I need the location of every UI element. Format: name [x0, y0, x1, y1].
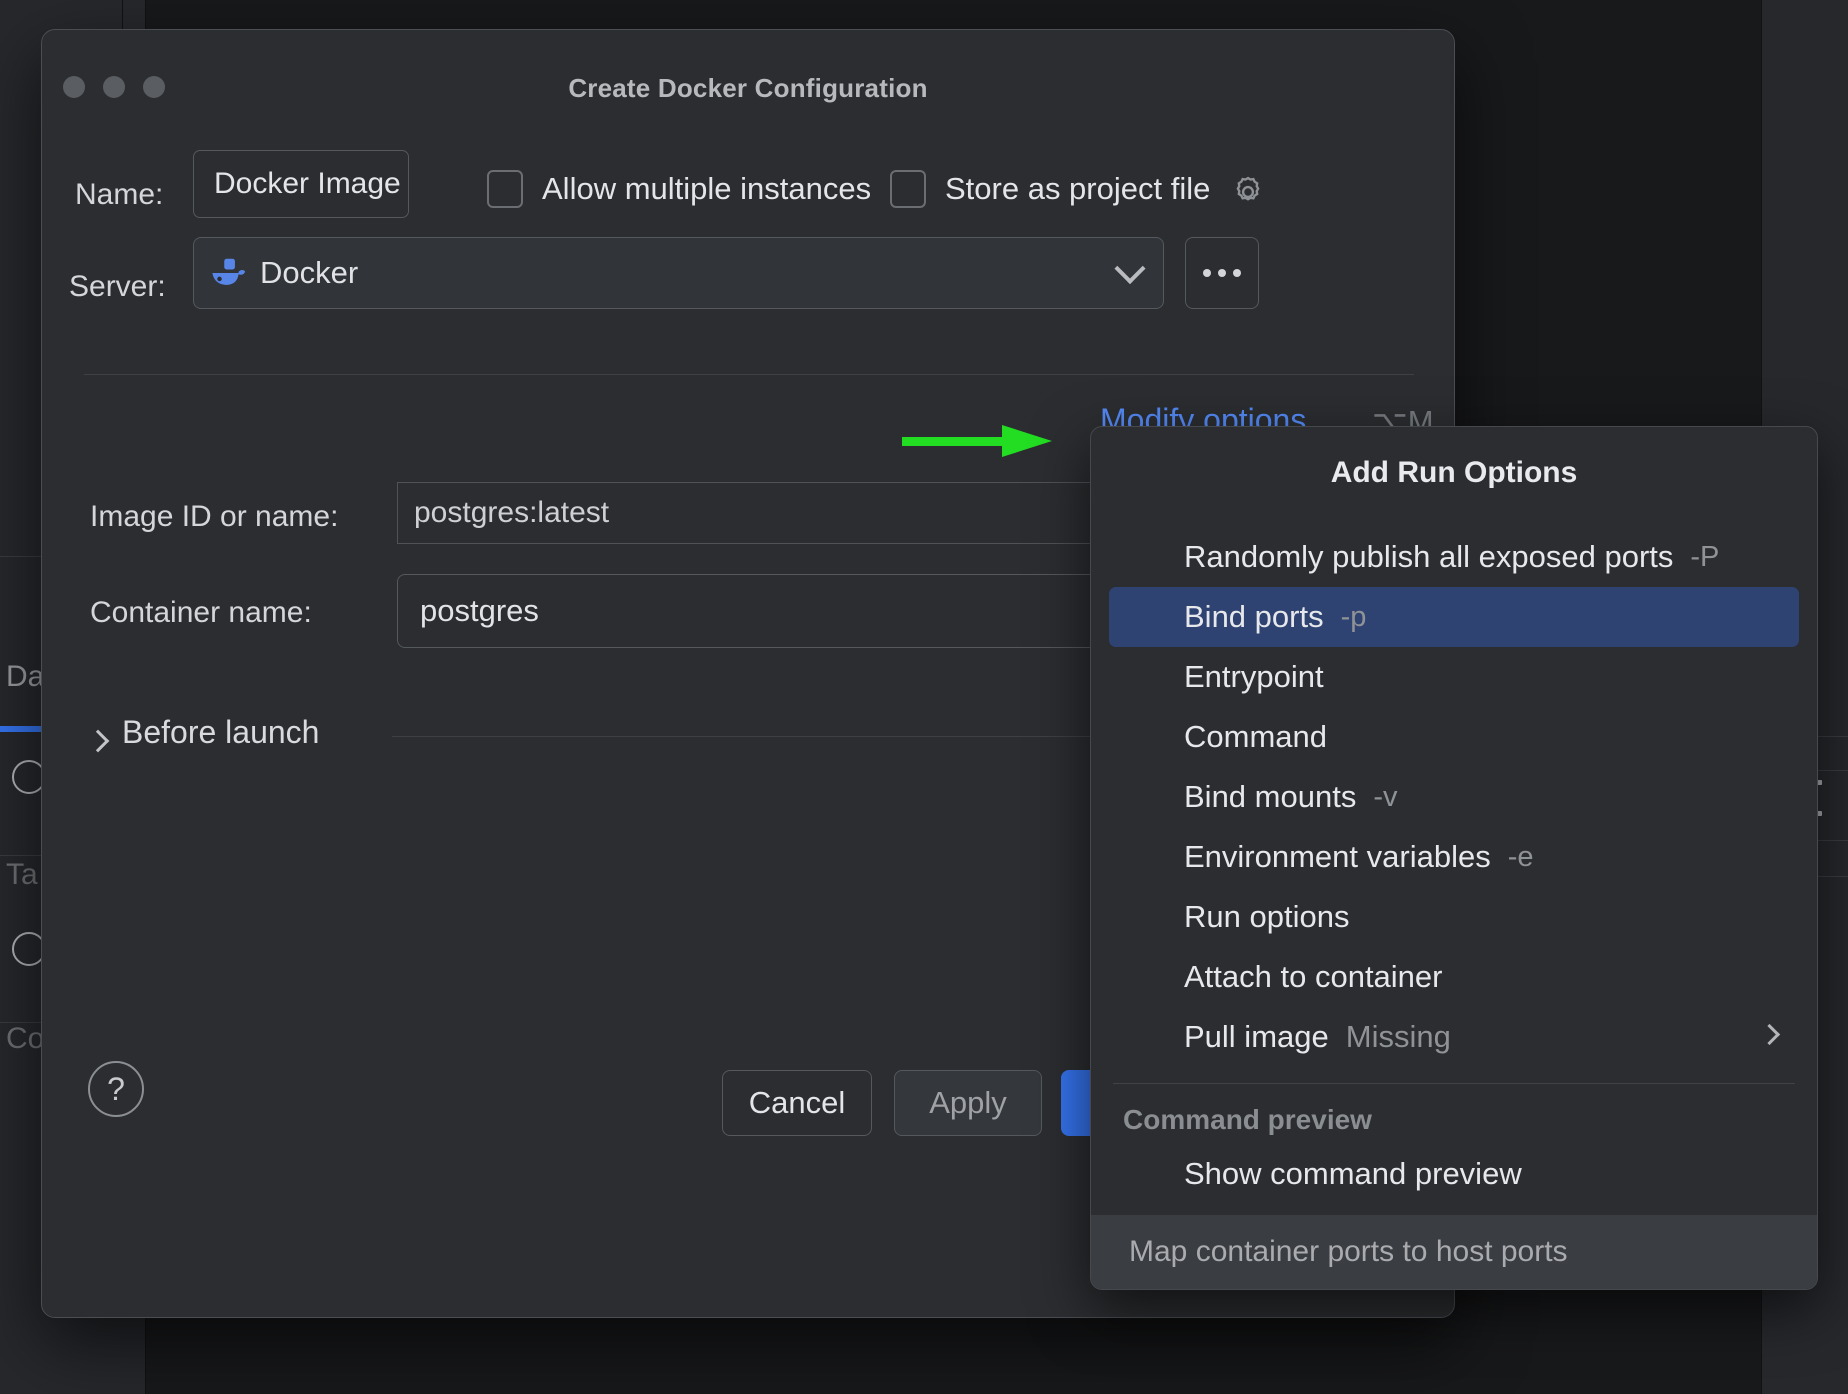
allow-multiple-instances-label: Allow multiple instances [542, 171, 871, 207]
docker-whale-icon [210, 256, 248, 290]
menu-item[interactable]: Entrypoint [1109, 647, 1799, 707]
before-launch-label: Before launch [122, 714, 319, 751]
menu-item-flag: -P [1690, 541, 1719, 574]
menu-item-label: Entrypoint [1184, 659, 1324, 695]
menu-item-flag: -e [1508, 841, 1534, 874]
name-input[interactable]: Docker Image [193, 150, 409, 218]
menu-item-label: Run options [1184, 899, 1349, 935]
server-more-button[interactable] [1185, 237, 1259, 309]
background-vertical-divider-top [122, 0, 123, 30]
menu-group-label: Command preview [1091, 1084, 1817, 1144]
apply-button[interactable]: Apply [894, 1070, 1042, 1136]
menu-item[interactable]: Randomly publish all exposed ports -P [1109, 527, 1799, 587]
server-dropdown[interactable]: Docker [193, 237, 1164, 309]
menu-item-label: Randomly publish all exposed ports [1184, 539, 1673, 575]
server-value: Docker [260, 255, 358, 291]
green-arrow-annotation [902, 424, 1052, 458]
dot-3 [1233, 269, 1241, 277]
store-as-project-file-label: Store as project file [945, 171, 1210, 207]
background-label-2: Co [6, 1022, 44, 1056]
menu-item-flag: -v [1373, 781, 1397, 814]
chevron-right-icon[interactable] [87, 730, 110, 753]
menu-item[interactable]: Command [1109, 707, 1799, 767]
menu-item[interactable]: Run options [1109, 887, 1799, 947]
server-row: Server: Docker [42, 252, 1454, 328]
screen: Da Ta Co Create Docker Configuration [0, 0, 1848, 1394]
store-as-project-file-checkbox-row[interactable]: Store as project file [890, 170, 1267, 208]
menu-item[interactable]: Show command preview [1109, 1144, 1799, 1204]
image-label: Image ID or name: [90, 500, 338, 534]
menu-item-label: Environment variables [1184, 839, 1491, 875]
menu-item-label: Command [1184, 719, 1327, 755]
name-row: Name: Docker Image Allow multiple instan… [42, 160, 1454, 230]
name-label: Name: [75, 178, 163, 212]
store-as-project-file-checkbox[interactable] [890, 170, 926, 208]
dot-1 [1203, 269, 1211, 277]
menu-item[interactable]: Bind ports -p [1109, 587, 1799, 647]
menu-item-label: Attach to container [1184, 959, 1443, 995]
cancel-button[interactable]: Cancel [722, 1070, 872, 1136]
menu-footer-hint: Map container ports to host ports [1091, 1215, 1817, 1289]
menu-item-label: Bind ports [1184, 599, 1324, 635]
dot-2 [1218, 269, 1226, 277]
allow-multiple-instances-checkbox[interactable] [487, 170, 523, 208]
container-label: Container name: [90, 596, 312, 630]
server-label: Server: [69, 270, 166, 304]
menu-item-note: Missing [1346, 1019, 1451, 1055]
menu-title: Add Run Options [1091, 427, 1817, 505]
gear-icon[interactable] [1229, 173, 1267, 211]
menu-item-label: Pull image [1184, 1019, 1329, 1055]
dialog-title: Create Docker Configuration [42, 73, 1454, 104]
background-label-0: Da [6, 660, 44, 694]
chevron-right-icon[interactable] [1759, 1024, 1780, 1045]
menu-item[interactable]: Pull image Missing [1109, 1007, 1799, 1067]
dialog-titlebar: Create Docker Configuration [42, 30, 1454, 102]
menu-item[interactable]: Environment variables -e [1109, 827, 1799, 887]
menu-item-label: Show command preview [1184, 1156, 1522, 1192]
section-divider [84, 374, 1414, 375]
add-run-options-menu: Add Run Options Randomly publish all exp… [1090, 426, 1818, 1290]
menu-item-label: Bind mounts [1184, 779, 1356, 815]
help-button[interactable]: ? [88, 1061, 144, 1117]
menu-item[interactable]: Attach to container [1109, 947, 1799, 1007]
background-label-1: Ta [6, 858, 38, 892]
chevron-down-icon[interactable] [1114, 253, 1145, 284]
menu-group-list: Show command preview [1091, 1144, 1817, 1204]
menu-item-flag: -p [1341, 601, 1367, 634]
menu-item[interactable]: Bind mounts -v [1109, 767, 1799, 827]
menu-item-list: Randomly publish all exposed ports -P Bind… [1091, 505, 1817, 1067]
allow-multiple-instances-checkbox-row[interactable]: Allow multiple instances [487, 170, 871, 208]
